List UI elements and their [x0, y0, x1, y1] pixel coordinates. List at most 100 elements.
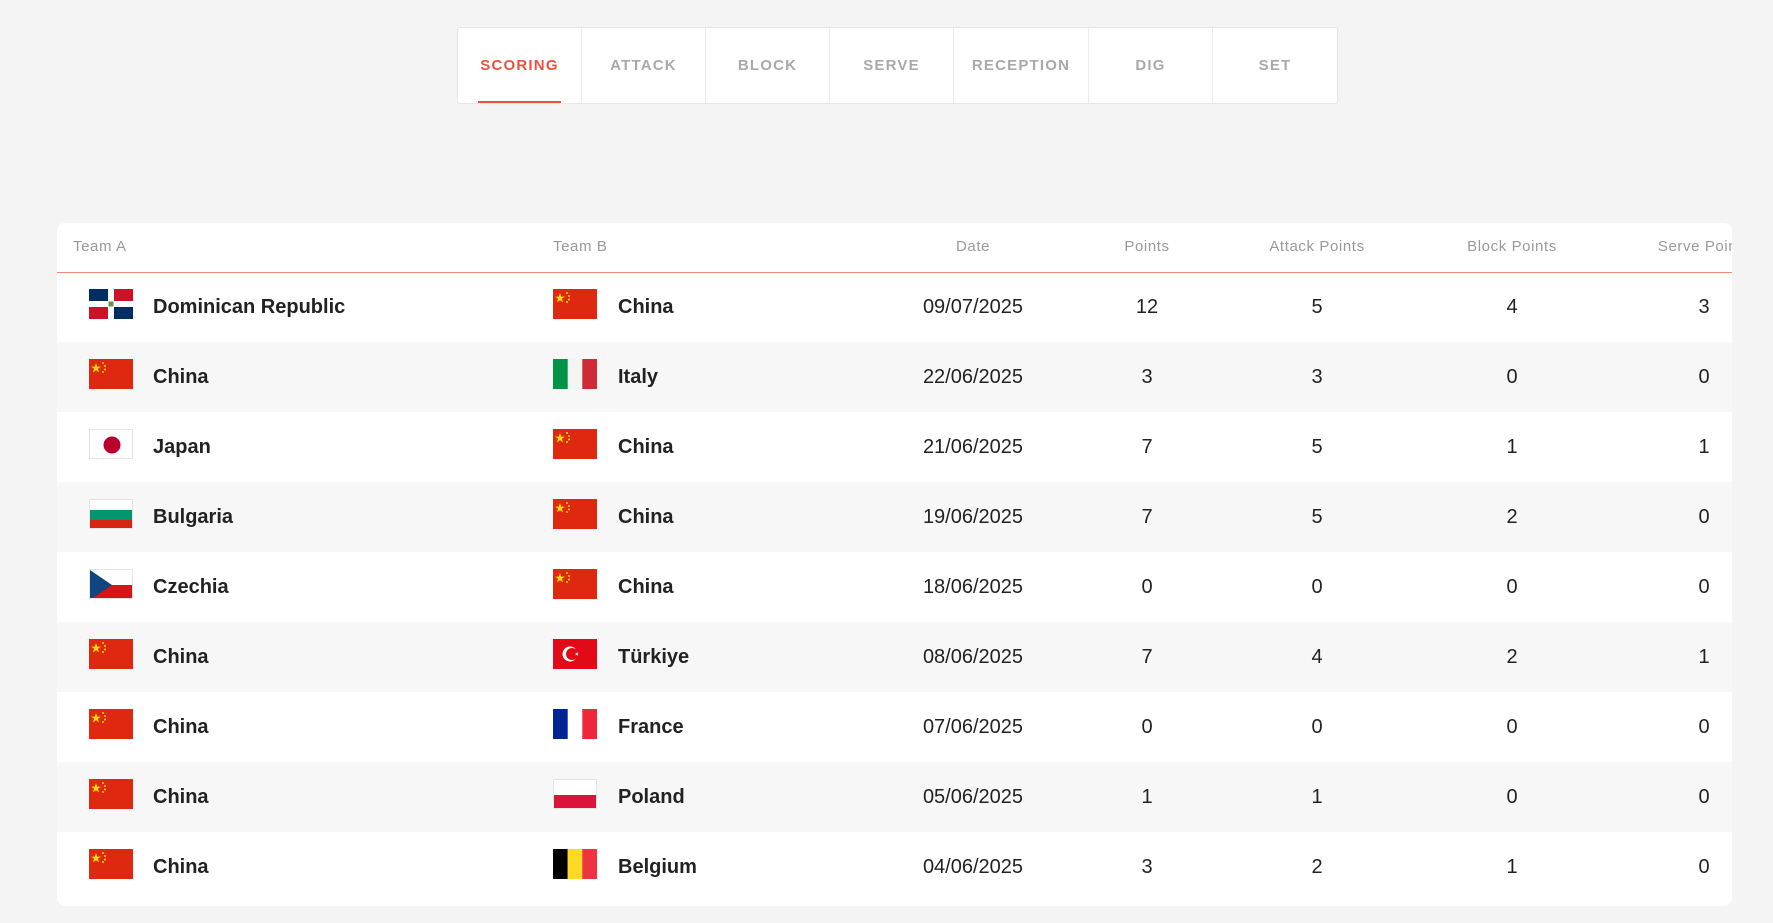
header-attack-points[interactable]: Attack Points — [1227, 223, 1407, 272]
cell-points: 12 — [1135, 295, 1159, 318]
cell-points: 7 — [1141, 435, 1153, 458]
cell-points: 3 — [1141, 855, 1153, 878]
tab-scoring[interactable]: SCORING — [458, 28, 582, 103]
team-b-name[interactable]: Türkiye — [618, 622, 689, 692]
cell-serve-points: 0 — [1698, 855, 1710, 878]
stats-category-tabs: SCORING ATTACK BLOCK SERVE RECEPTION DIG SET — [457, 27, 1338, 104]
tab-attack[interactable]: ATTACK — [582, 28, 706, 103]
tab-reception[interactable]: RECEPTION — [954, 28, 1089, 103]
china-flag-icon — [89, 359, 133, 389]
cell-attack-points: 5 — [1311, 295, 1323, 318]
cell-serve-points: 0 — [1698, 715, 1710, 738]
cell-points: 0 — [1141, 715, 1153, 738]
italy-flag-icon — [553, 359, 597, 389]
turkiye-flag-icon — [553, 639, 597, 669]
table-row[interactable]: China Poland 05/06/2025 1 1 0 0 — [57, 762, 1732, 832]
table-row[interactable]: Czechia China 18/06/2025 0 0 0 0 — [57, 552, 1732, 622]
cell-points: 7 — [1141, 505, 1153, 528]
team-b-name[interactable]: China — [618, 272, 674, 342]
cell-attack-points: 5 — [1311, 435, 1323, 458]
tab-block[interactable]: BLOCK — [706, 28, 830, 103]
cell-serve-points: 0 — [1698, 785, 1710, 808]
table-row[interactable]: China Türkiye 08/06/2025 7 4 2 1 — [57, 622, 1732, 692]
cell-block-points: 2 — [1506, 645, 1518, 668]
tab-dig[interactable]: DIG — [1089, 28, 1213, 103]
header-block-points[interactable]: Block Points — [1422, 223, 1602, 272]
china-flag-icon — [89, 709, 133, 739]
team-a-name[interactable]: China — [153, 622, 209, 692]
table-row[interactable]: China Belgium 04/06/2025 3 2 1 0 — [57, 832, 1732, 902]
bulgaria-flag-icon — [89, 499, 133, 529]
match-stats-table: Team A Team B Date Points Attack Points … — [57, 223, 1732, 906]
team-b-name[interactable]: France — [618, 692, 684, 762]
table-row[interactable]: Japan China 21/06/2025 7 5 1 1 — [57, 412, 1732, 482]
team-a-name[interactable]: Japan — [153, 412, 211, 482]
tab-serve[interactable]: SERVE — [830, 28, 954, 103]
china-flag-icon — [89, 779, 133, 809]
cell-attack-points: 5 — [1311, 505, 1323, 528]
header-team-a[interactable]: Team A — [73, 223, 127, 272]
table-header: Team A Team B Date Points Attack Points … — [57, 223, 1732, 273]
cell-points: 1 — [1141, 785, 1153, 808]
belgium-flag-icon — [553, 849, 597, 879]
tab-set[interactable]: SET — [1213, 28, 1337, 103]
team-a-name[interactable]: Dominican Republic — [153, 272, 345, 342]
cell-date: 19/06/2025 — [922, 505, 1024, 528]
cell-block-points: 4 — [1506, 295, 1518, 318]
header-team-b[interactable]: Team B — [553, 223, 607, 272]
cell-attack-points: 1 — [1311, 785, 1323, 808]
cell-block-points: 1 — [1506, 855, 1518, 878]
cell-block-points: 2 — [1506, 505, 1518, 528]
table-row[interactable]: China France 07/06/2025 0 0 0 0 — [57, 692, 1732, 762]
cell-block-points: 0 — [1506, 715, 1518, 738]
cell-attack-points: 4 — [1311, 645, 1323, 668]
team-a-name[interactable]: China — [153, 832, 209, 902]
header-serve-points[interactable]: Serve Points — [1614, 223, 1732, 272]
poland-flag-icon — [553, 779, 597, 809]
table-row[interactable]: Bulgaria China 19/06/2025 7 5 2 0 — [57, 482, 1732, 552]
team-a-name[interactable]: China — [153, 692, 209, 762]
team-b-name[interactable]: Italy — [618, 342, 658, 412]
cell-block-points: 1 — [1506, 435, 1518, 458]
team-a-name[interactable]: Bulgaria — [153, 482, 233, 552]
cell-points: 0 — [1141, 575, 1153, 598]
table-row[interactable]: China Italy 22/06/2025 3 3 0 0 — [57, 342, 1732, 412]
cell-date: 21/06/2025 — [922, 435, 1024, 458]
header-points[interactable]: Points — [1087, 223, 1207, 272]
cell-block-points: 0 — [1506, 365, 1518, 388]
japan-flag-icon — [89, 429, 133, 459]
cell-date: 05/06/2025 — [922, 785, 1024, 808]
team-a-name[interactable]: China — [153, 342, 209, 412]
team-a-name[interactable]: Czechia — [153, 552, 229, 622]
czechia-flag-icon — [89, 569, 133, 599]
header-date[interactable]: Date — [913, 223, 1033, 272]
cell-block-points: 0 — [1506, 575, 1518, 598]
cell-date: 18/06/2025 — [922, 575, 1024, 598]
cell-attack-points: 2 — [1311, 855, 1323, 878]
china-flag-icon — [553, 569, 597, 599]
cell-attack-points: 0 — [1311, 575, 1323, 598]
team-b-name[interactable]: China — [618, 552, 674, 622]
cell-points: 3 — [1141, 365, 1153, 388]
team-b-name[interactable]: Belgium — [618, 832, 697, 902]
cell-attack-points: 3 — [1311, 365, 1323, 388]
team-b-name[interactable]: Poland — [618, 762, 685, 832]
cell-serve-points: 0 — [1698, 575, 1710, 598]
team-b-name[interactable]: China — [618, 412, 674, 482]
cell-date: 09/07/2025 — [922, 295, 1024, 318]
china-flag-icon — [89, 849, 133, 879]
cell-date: 08/06/2025 — [922, 645, 1024, 668]
team-b-name[interactable]: China — [618, 482, 674, 552]
cell-date: 22/06/2025 — [922, 365, 1024, 388]
cell-serve-points: 1 — [1698, 435, 1710, 458]
table-row[interactable]: Dominican Republic China 09/07/2025 12 5 4 3 — [57, 272, 1732, 342]
team-a-name[interactable]: China — [153, 762, 209, 832]
cell-date: 07/06/2025 — [922, 715, 1024, 738]
cell-serve-points: 1 — [1698, 645, 1710, 668]
cell-serve-points: 0 — [1698, 505, 1710, 528]
cell-serve-points: 0 — [1698, 365, 1710, 388]
china-flag-icon — [553, 289, 597, 319]
cell-attack-points: 0 — [1311, 715, 1323, 738]
china-flag-icon — [553, 429, 597, 459]
cell-serve-points: 3 — [1698, 295, 1710, 318]
